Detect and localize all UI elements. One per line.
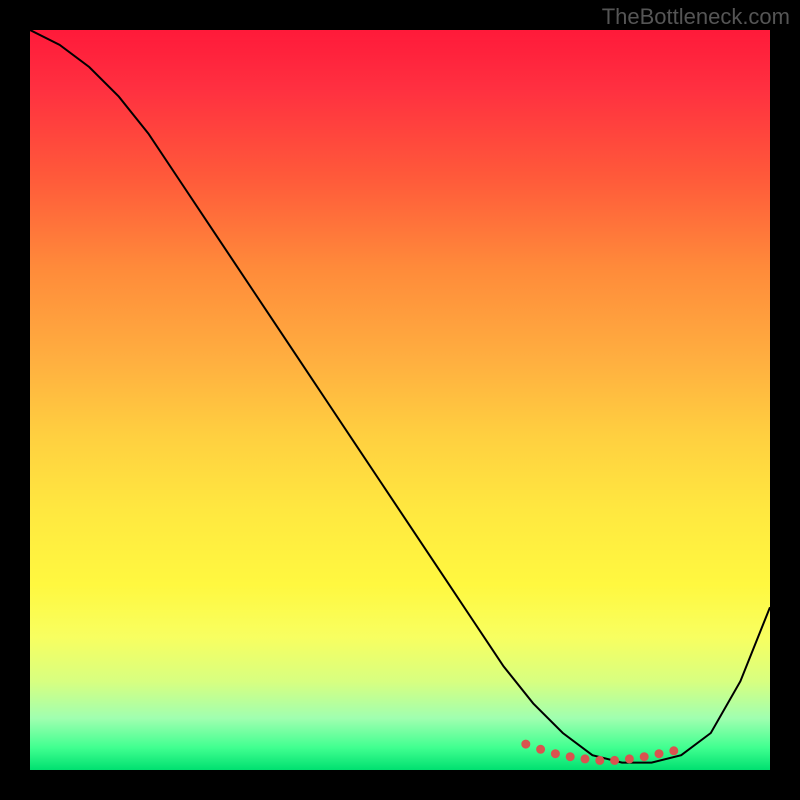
optimal-marker [625,755,633,763]
optimal-marker [566,753,574,761]
optimal-markers [522,740,678,764]
watermark-text: TheBottleneck.com [602,4,790,30]
chart-svg [30,30,770,770]
bottleneck-chart: TheBottleneck.com [0,0,800,800]
bottleneck-curve-path [30,30,770,763]
optimal-marker [655,750,663,758]
optimal-marker [640,753,648,761]
optimal-marker [596,756,604,764]
optimal-marker [581,755,589,763]
optimal-marker [670,747,678,755]
optimal-marker [522,740,530,748]
optimal-marker [537,745,545,753]
optimal-marker [611,756,619,764]
optimal-marker [551,750,559,758]
